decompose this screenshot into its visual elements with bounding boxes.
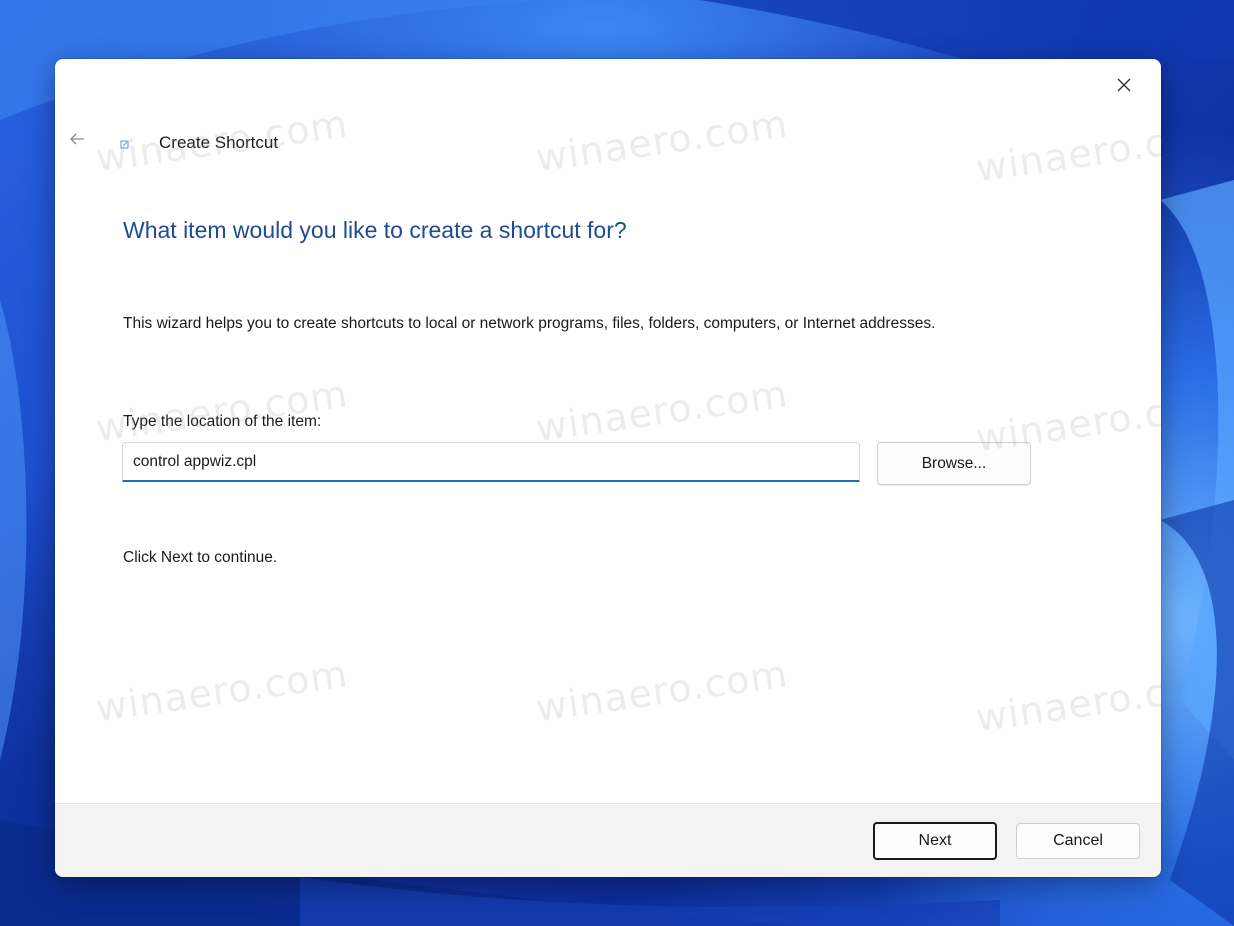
watermark-text: winaero.com: [533, 101, 791, 181]
watermark-text: winaero.com: [973, 661, 1161, 741]
close-button[interactable]: [1101, 69, 1147, 101]
next-button[interactable]: Next: [873, 822, 997, 860]
browse-button[interactable]: Browse...: [877, 442, 1031, 485]
back-button[interactable]: [65, 129, 89, 149]
watermark-text: winaero.com: [93, 651, 351, 731]
watermark-text: winaero.com: [973, 111, 1161, 191]
create-shortcut-dialog: Create Shortcut What item would you like…: [55, 59, 1161, 877]
location-label: Type the location of the item:: [123, 413, 322, 430]
page-heading: What item would you like to create a sho…: [123, 217, 627, 243]
continue-instruction: Click Next to continue.: [123, 549, 278, 566]
watermark-text: winaero.com: [93, 371, 351, 451]
watermark-text: winaero.com: [533, 651, 791, 731]
location-input[interactable]: [122, 442, 860, 482]
dialog-title: Create Shortcut: [159, 133, 279, 152]
dialog-footer: Next Cancel: [55, 803, 1161, 877]
shortcut-icon: [120, 139, 130, 149]
close-icon: [1117, 78, 1131, 92]
back-arrow-icon: [70, 133, 84, 145]
wizard-description: This wizard helps you to create shortcut…: [123, 315, 936, 332]
cancel-button[interactable]: Cancel: [1016, 823, 1140, 859]
watermark-text: winaero.com: [533, 371, 791, 451]
